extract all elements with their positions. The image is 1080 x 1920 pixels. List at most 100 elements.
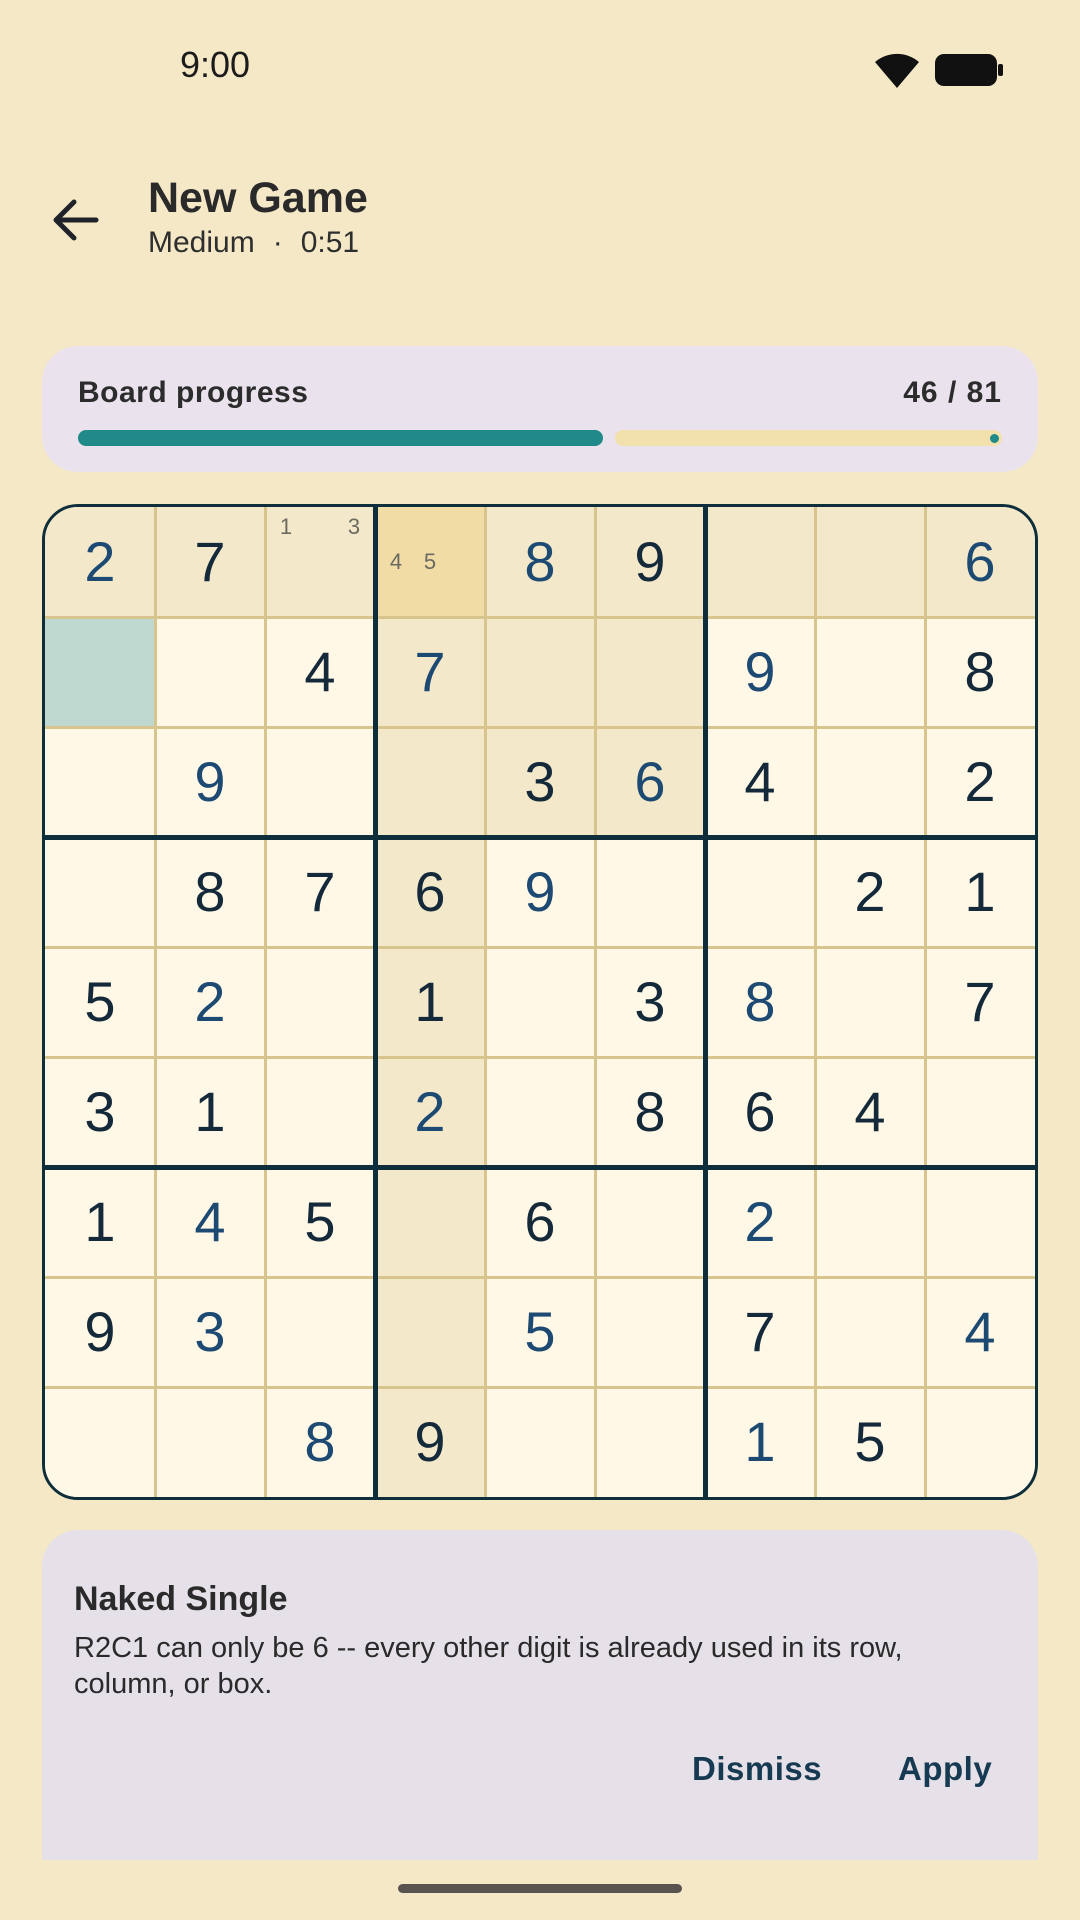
board-cell-r3c9[interactable]: 2: [925, 727, 1035, 837]
dismiss-button[interactable]: Dismiss: [672, 1740, 842, 1798]
board-cell-r7c5[interactable]: 6: [485, 1167, 595, 1277]
board-cell-r7c3[interactable]: 5: [265, 1167, 375, 1277]
board-cell-r2c1[interactable]: [45, 617, 155, 727]
board-cell-r9c9[interactable]: [925, 1387, 1035, 1497]
cell-digit: 6: [524, 1190, 556, 1253]
box-line-horizontal: [45, 1164, 1035, 1170]
board-cell-r3c8[interactable]: [815, 727, 925, 837]
note-digit: [269, 580, 303, 615]
cell-digit: 7: [744, 1300, 776, 1363]
cell-digit: 5: [854, 1410, 886, 1473]
board-cell-r1c8[interactable]: [815, 507, 925, 617]
board-cell-r3c6[interactable]: 6: [595, 727, 705, 837]
home-indicator[interactable]: [398, 1884, 682, 1893]
board-cell-r4c9[interactable]: 1: [925, 837, 1035, 947]
board-cell-r7c6[interactable]: [595, 1167, 705, 1277]
board-cell-r1c9[interactable]: 6: [925, 507, 1035, 617]
board-cell-r4c7[interactable]: [705, 837, 815, 947]
board-cell-r1c3[interactable]: 13: [265, 507, 375, 617]
apply-button[interactable]: Apply: [878, 1740, 1012, 1798]
board-cell-r9c2[interactable]: [155, 1387, 265, 1497]
board-cell-r6c8[interactable]: 4: [815, 1057, 925, 1167]
box-line-horizontal: [45, 834, 1035, 840]
board-cell-r4c5[interactable]: 9: [485, 837, 595, 947]
board-cell-r5c7[interactable]: 8: [705, 947, 815, 1057]
board-cell-r5c4[interactable]: 1: [375, 947, 485, 1057]
board-cell-r8c2[interactable]: 3: [155, 1277, 265, 1387]
board-cell-r7c8[interactable]: [815, 1167, 925, 1277]
board-cell-r9c6[interactable]: [595, 1387, 705, 1497]
board-cell-r8c8[interactable]: [815, 1277, 925, 1387]
board-cell-r1c6[interactable]: 9: [595, 507, 705, 617]
board-cell-r8c6[interactable]: [595, 1277, 705, 1387]
note-digit: 5: [423, 548, 437, 574]
board-cell-r9c5[interactable]: [485, 1387, 595, 1497]
board-cell-r6c2[interactable]: 1: [155, 1057, 265, 1167]
board-cell-r3c4[interactable]: [375, 727, 485, 837]
board-cell-r1c5[interactable]: 8: [485, 507, 595, 617]
board-cell-r9c8[interactable]: 5: [815, 1387, 925, 1497]
board-cell-r2c2[interactable]: [155, 617, 265, 727]
board-cell-r7c7[interactable]: 2: [705, 1167, 815, 1277]
board-cell-r8c5[interactable]: 5: [485, 1277, 595, 1387]
board-cell-r2c5[interactable]: [485, 617, 595, 727]
board-cell-r7c4[interactable]: [375, 1167, 485, 1277]
board-cell-r3c7[interactable]: 4: [705, 727, 815, 837]
grid-line-horizontal: [45, 1275, 1035, 1279]
board-cell-r4c8[interactable]: 2: [815, 837, 925, 947]
board-cell-r2c4[interactable]: 7: [375, 617, 485, 727]
board-cell-r6c7[interactable]: 6: [705, 1057, 815, 1167]
board-cell-r4c6[interactable]: [595, 837, 705, 947]
cell-digit: 8: [744, 970, 776, 1033]
game-subtitle: Medium · 0:51: [148, 226, 359, 260]
board-cell-r9c4[interactable]: 9: [375, 1387, 485, 1497]
board-cell-r5c5[interactable]: [485, 947, 595, 1057]
board-cell-r6c9[interactable]: [925, 1057, 1035, 1167]
board-cell-r6c5[interactable]: [485, 1057, 595, 1167]
board-cell-r2c9[interactable]: 8: [925, 617, 1035, 727]
board-cell-r3c3[interactable]: [265, 727, 375, 837]
board-cell-r5c2[interactable]: 2: [155, 947, 265, 1057]
board-cell-r3c2[interactable]: 9: [155, 727, 265, 837]
board-cell-r1c1[interactable]: 2: [45, 507, 155, 617]
cell-digit: 6: [414, 860, 446, 923]
board-cell-r3c5[interactable]: 3: [485, 727, 595, 837]
board-cell-r5c6[interactable]: 3: [595, 947, 705, 1057]
board-cell-r4c4[interactable]: 6: [375, 837, 485, 947]
board-cell-r4c3[interactable]: 7: [265, 837, 375, 947]
board-cell-r6c4[interactable]: 2: [375, 1057, 485, 1167]
board-cell-r2c8[interactable]: [815, 617, 925, 727]
board-cell-r2c6[interactable]: [595, 617, 705, 727]
board-cell-r1c7[interactable]: [705, 507, 815, 617]
board-cell-r9c3[interactable]: 8: [265, 1387, 375, 1497]
board-cell-r2c7[interactable]: 9: [705, 617, 815, 727]
board-cell-r6c6[interactable]: 8: [595, 1057, 705, 1167]
board-cell-r9c7[interactable]: 1: [705, 1387, 815, 1497]
board-cell-r8c4[interactable]: [375, 1277, 485, 1387]
board-cell-r1c2[interactable]: 7: [155, 507, 265, 617]
board-cell-r1c4[interactable]: 45: [375, 507, 485, 617]
board-cell-r4c2[interactable]: 8: [155, 837, 265, 947]
board-cell-r7c1[interactable]: 1: [45, 1167, 155, 1277]
board-cell-r6c3[interactable]: [265, 1057, 375, 1167]
cell-digit: 1: [744, 1410, 776, 1473]
board-cell-r8c9[interactable]: 4: [925, 1277, 1035, 1387]
board-cell-r8c3[interactable]: [265, 1277, 375, 1387]
board-cell-r2c3[interactable]: 4: [265, 617, 375, 727]
board-cell-r8c7[interactable]: 7: [705, 1277, 815, 1387]
board-cell-r5c1[interactable]: 5: [45, 947, 155, 1057]
note-digit: [379, 509, 413, 544]
board-cell-r8c1[interactable]: 9: [45, 1277, 155, 1387]
back-button[interactable]: [38, 182, 114, 258]
board-cell-r3c1[interactable]: [45, 727, 155, 837]
board-cell-r5c3[interactable]: [265, 947, 375, 1057]
board-cell-r7c9[interactable]: [925, 1167, 1035, 1277]
board-cell-r6c1[interactable]: 3: [45, 1057, 155, 1167]
progress-bar-remaining: [615, 430, 1002, 446]
board-cell-r7c2[interactable]: 4: [155, 1167, 265, 1277]
board-cell-r4c1[interactable]: [45, 837, 155, 947]
board-cell-r5c8[interactable]: [815, 947, 925, 1057]
board-cell-r5c9[interactable]: 7: [925, 947, 1035, 1057]
board-cell-r9c1[interactable]: [45, 1387, 155, 1497]
cell-notes: 13: [265, 507, 375, 617]
